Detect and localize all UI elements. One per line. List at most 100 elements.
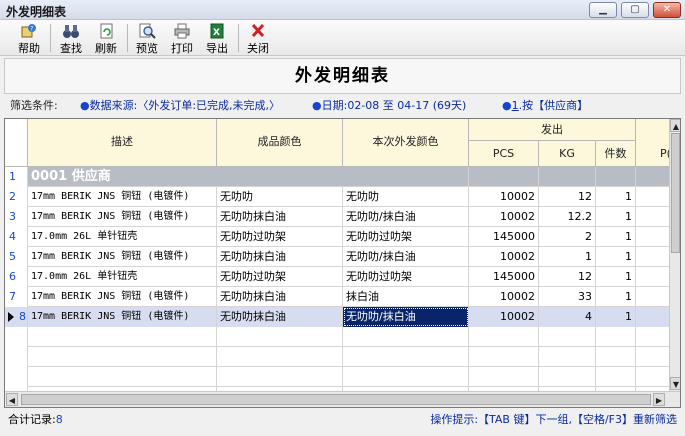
cell-pcs[interactable]: 10002 [469,187,539,207]
cell-pcs[interactable]: 10002 [469,287,539,307]
cell-pieces[interactable] [596,347,636,367]
cell-pieces[interactable]: 1 [596,207,636,227]
export-button[interactable]: X 导出 [200,22,234,55]
cell-color[interactable]: 无叻叻 [217,187,343,207]
table-row[interactable]: 6 17.0mm 26L 单针钮壳 无叻叻过叻架 无叻叻过叻架 145000 12 1 [5,267,680,287]
scroll-up-arrow[interactable]: ▲ [670,119,680,132]
close-button[interactable]: 关闭 [241,22,275,55]
cell-out-color[interactable] [343,367,469,387]
vertical-scroll-thumb[interactable] [671,133,680,253]
table-row[interactable]: 3 17mm BERIK JNS 铜钮 (电镀件) 无叻叻抹白油 无叻叻/抹白油 100… [5,207,680,227]
cell-color[interactable]: 无叻叻过叻架 [217,227,343,247]
scroll-right-arrow[interactable]: ▶ [653,393,665,406]
header-issued[interactable]: 发出 [469,119,636,141]
cell-kg[interactable] [539,367,596,387]
horizontal-scroll-thumb[interactable] [21,394,651,405]
cell-color[interactable] [217,327,343,347]
find-button[interactable]: 查找 [54,22,88,55]
cell-desc[interactable]: 17.0mm 26L 单针钮壳 [28,227,217,247]
cell-desc[interactable] [28,347,217,367]
maximize-button[interactable]: ▢ [621,2,649,18]
cell-pcs[interactable]: 10002 [469,207,539,227]
cell-desc[interactable]: 17mm BERIK JNS 铜钮 (电镀件) [28,187,217,207]
filter-source[interactable]: ●数据来源:〈外发订单:已完成,未完成,〉 [80,96,280,116]
cell-desc[interactable]: 17mm BERIK JNS 铜钮 (电镀件) [28,207,217,227]
cell-out-color[interactable]: 无叻叻/抹白油 [343,247,469,267]
empty-row[interactable] [5,367,680,387]
scroll-down-arrow[interactable]: ▼ [670,377,680,390]
preview-button[interactable]: 预览 [130,22,164,55]
cell-kg[interactable]: 12.2 [539,207,596,227]
header-pcs[interactable]: PCS [469,141,539,167]
minimize-button[interactable]: ▁ [589,2,617,18]
cell-pieces[interactable]: 1 [596,247,636,267]
table-row[interactable]: 2 17mm BERIK JNS 铜钮 (电镀件) 无叻叻 无叻叻 10002 12 1 [5,187,680,207]
header-desc[interactable]: 描述 [28,119,217,167]
header-color[interactable]: 成品颜色 [217,119,343,167]
cell-out-color[interactable]: 抹白油 [343,287,469,307]
cell-pieces[interactable] [596,367,636,387]
cell-color[interactable]: 无叻叻抹白油 [217,307,343,327]
cell-pcs[interactable] [469,327,539,347]
cell-pieces[interactable]: 1 [596,307,636,327]
scroll-left-arrow[interactable]: ◀ [6,393,18,406]
cell-out-color[interactable]: 无叻叻过叻架 [343,267,469,287]
cell-out-color[interactable]: 无叻叻/抹白油 [343,307,469,327]
cell-pcs[interactable]: 145000 [469,227,539,247]
cell-out-color[interactable]: 无叻叻过叻架 [343,227,469,247]
cell-pieces[interactable]: 1 [596,187,636,207]
header-out-color[interactable]: 本次外发颜色 [343,119,469,167]
cell-pieces[interactable]: 1 [596,287,636,307]
cell-desc[interactable] [28,367,217,387]
cell-out-color[interactable] [343,327,469,347]
cell-kg[interactable]: 4 [539,307,596,327]
refresh-button[interactable]: 刷新 [89,22,123,55]
cell-pcs[interactable]: 10002 [469,247,539,267]
cell-kg[interactable]: 1 [539,247,596,267]
data-grid[interactable]: 描述 成品颜色 本次外发颜色 发出 PCS KG 件数 P( 1 0001 供应… [4,118,681,408]
cell-kg[interactable] [539,347,596,367]
cell-pcs[interactable] [469,347,539,367]
cell-pieces[interactable] [596,327,636,347]
cell-kg[interactable]: 33 [539,287,596,307]
cell-desc[interactable]: 17mm BERIK JNS 铜钮 (电镀件) [28,307,217,327]
cell-color[interactable]: 无叻叻抹白油 [217,247,343,267]
vertical-scrollbar[interactable]: ▲ ▼ [669,119,680,391]
cell-out-color[interactable]: 无叻叻/抹白油 [343,207,469,227]
cell-pieces[interactable]: 1 [596,267,636,287]
cell-kg[interactable]: 12 [539,267,596,287]
cell-pcs[interactable] [469,367,539,387]
cell-kg[interactable]: 12 [539,187,596,207]
cell-desc[interactable]: 17mm BERIK JNS 铜钮 (电镀件) [28,287,217,307]
table-row[interactable]: 5 17mm BERIK JNS 铜钮 (电镀件) 无叻叻抹白油 无叻叻/抹白油 100… [5,247,680,267]
horizontal-scrollbar[interactable]: ◀ ▶ [5,391,680,407]
header-pieces[interactable]: 件数 [596,141,636,167]
header-kg[interactable]: KG [539,141,596,167]
cell-color[interactable]: 无叻叻抹白油 [217,207,343,227]
help-button[interactable]: ? 帮助 [12,22,46,55]
cell-desc[interactable]: 17.0mm 26L 单针钮壳 [28,267,217,287]
cell-desc[interactable]: 17mm BERIK JNS 铜钮 (电镀件) [28,247,217,267]
print-button[interactable]: 打印 [165,22,199,55]
cell-color[interactable] [217,367,343,387]
cell-out-color[interactable] [343,347,469,367]
cell-color[interactable]: 无叻叻抹白油 [217,287,343,307]
filter-date[interactable]: ●日期:02-08 至 04-17 (69天) [312,96,466,116]
cell-kg[interactable] [539,327,596,347]
filter-group[interactable]: ●1.按【供应商】 [502,96,588,116]
table-row[interactable]: 8 17mm BERIK JNS 铜钮 (电镀件) 无叻叻抹白油 无叻叻/抹白油 100… [5,307,680,327]
empty-row[interactable] [5,327,680,347]
empty-row[interactable] [5,347,680,367]
cell-pieces[interactable]: 1 [596,227,636,247]
cell-kg[interactable]: 2 [539,227,596,247]
cell-pcs[interactable]: 145000 [469,267,539,287]
cell-color[interactable]: 无叻叻过叻架 [217,267,343,287]
cell-desc[interactable] [28,327,217,347]
table-row[interactable]: 4 17.0mm 26L 单针钮壳 无叻叻过叻架 无叻叻过叻架 145000 2 1 [5,227,680,247]
group-row[interactable]: 1 0001 供应商 [5,167,680,187]
close-window-button[interactable]: ✕ [653,2,681,18]
cell-pcs[interactable]: 10002 [469,307,539,327]
cell-out-color[interactable]: 无叻叻 [343,187,469,207]
table-row[interactable]: 7 17mm BERIK JNS 铜钮 (电镀件) 无叻叻抹白油 抹白油 10002 33… [5,287,680,307]
cell-color[interactable] [217,347,343,367]
